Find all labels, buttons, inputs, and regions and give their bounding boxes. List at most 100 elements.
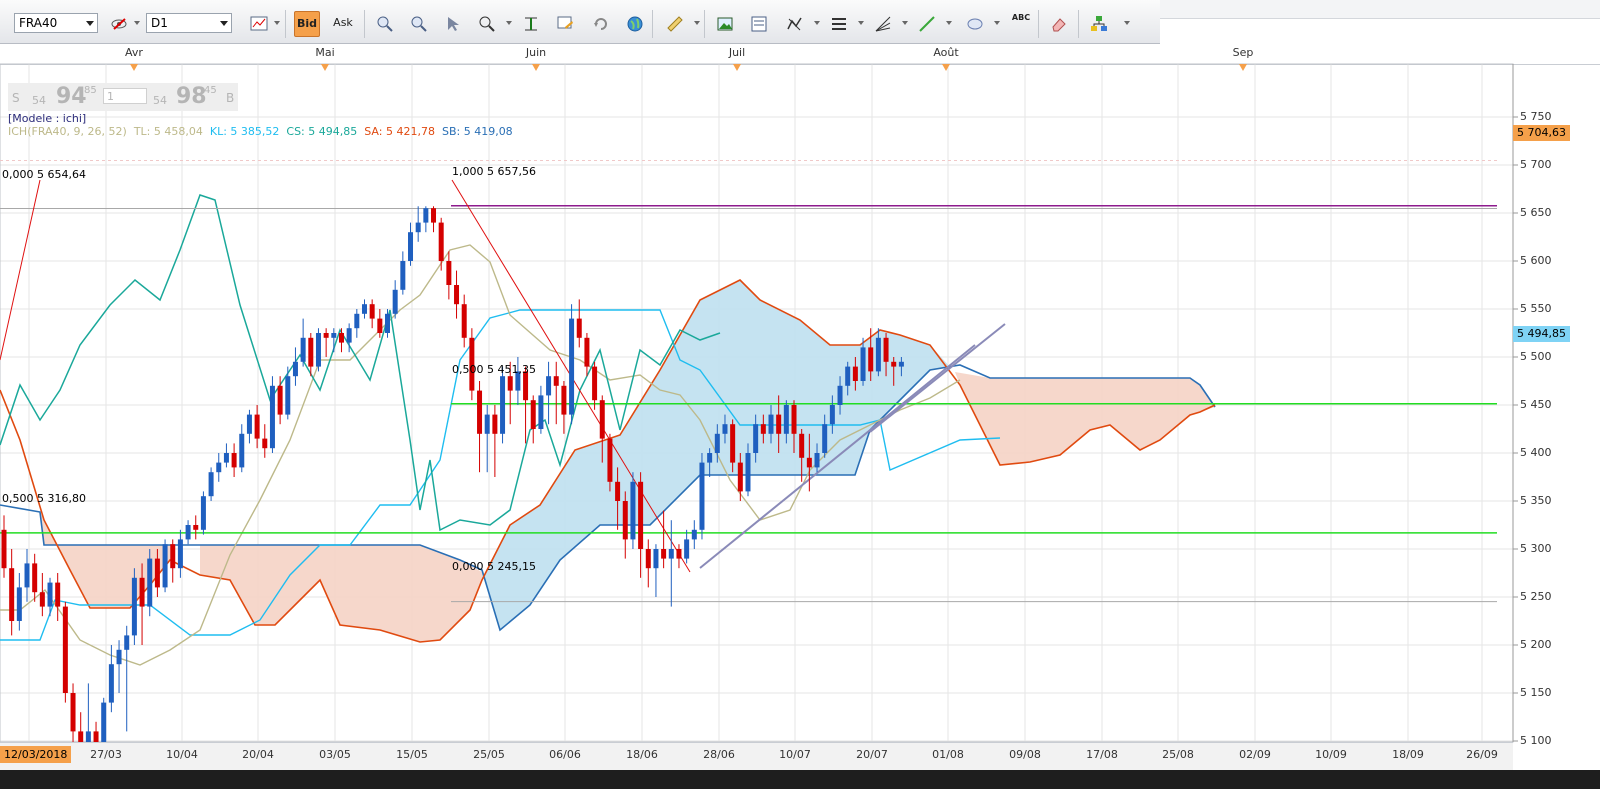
month-marker bbox=[321, 64, 329, 71]
price-chart[interactable] bbox=[0, 0, 1600, 789]
price-tick-label: 5 750 bbox=[1520, 110, 1552, 123]
price-tick-label: 5 150 bbox=[1520, 686, 1552, 699]
candle-body bbox=[638, 481, 644, 549]
candle-body bbox=[814, 453, 820, 468]
candle-body bbox=[737, 462, 743, 492]
buy-price[interactable]: 98 bbox=[176, 84, 207, 109]
candle-body bbox=[315, 333, 321, 367]
price-axis bbox=[1513, 116, 1518, 742]
indicator-kl: KL: 5 385,52 bbox=[209, 125, 280, 138]
fib-label: 0,000 5 245,15 bbox=[452, 560, 536, 573]
upper-price-badge: 5 704,63 bbox=[1513, 125, 1570, 141]
candle-body bbox=[124, 635, 130, 650]
candle-body bbox=[845, 366, 851, 386]
candle-body bbox=[852, 366, 858, 381]
date-label: 25/08 bbox=[1162, 748, 1194, 761]
candle-body bbox=[9, 568, 15, 621]
candle-body bbox=[177, 539, 183, 569]
candle-body bbox=[561, 385, 567, 415]
date-label: 01/08 bbox=[932, 748, 964, 761]
candle-body bbox=[170, 544, 176, 569]
candle-body bbox=[216, 462, 222, 473]
candle-body bbox=[47, 582, 53, 607]
quantity-field[interactable]: 1 bbox=[103, 88, 147, 104]
candle-body bbox=[231, 453, 237, 468]
candle-body bbox=[354, 313, 360, 329]
candle-body bbox=[24, 563, 30, 588]
candle-body bbox=[139, 577, 145, 607]
candle-body bbox=[32, 563, 38, 593]
candle-body bbox=[768, 414, 774, 434]
candle-body bbox=[691, 529, 697, 540]
candle-body bbox=[162, 544, 168, 588]
candle-body bbox=[415, 222, 421, 233]
candle-body bbox=[791, 405, 797, 434]
indicator-legend[interactable]: ICH(FRA40, 9, 26, 52) TL: 5 458,04 KL: 5… bbox=[8, 125, 513, 138]
month-markers bbox=[130, 64, 1247, 71]
candle-body bbox=[653, 549, 659, 569]
candle-body bbox=[70, 693, 76, 732]
candle-body bbox=[185, 525, 191, 540]
fib-label: 0,500 5 316,80 bbox=[2, 492, 86, 505]
buy-price-decimals: 45 bbox=[204, 85, 217, 96]
month-marker bbox=[532, 64, 540, 71]
candle-body bbox=[154, 558, 160, 588]
candle-body bbox=[131, 577, 137, 636]
date-label: 18/06 bbox=[626, 748, 658, 761]
candle-body bbox=[584, 337, 590, 367]
candle-body bbox=[822, 424, 828, 453]
date-label: 25/05 bbox=[473, 748, 505, 761]
candle-body bbox=[592, 366, 598, 401]
fib-label: 0,500 5 451,35 bbox=[452, 363, 536, 376]
model-label: [Modele : ichi] bbox=[8, 112, 87, 125]
date-label: 20/04 bbox=[242, 748, 274, 761]
candle-body bbox=[714, 433, 720, 453]
candle-body bbox=[875, 337, 881, 372]
candle-body bbox=[369, 304, 375, 319]
price-tick-label: 5 600 bbox=[1520, 254, 1552, 267]
date-label: 28/06 bbox=[703, 748, 735, 761]
date-label: 10/09 bbox=[1315, 748, 1347, 761]
candle-body bbox=[607, 438, 613, 482]
candle-body bbox=[891, 361, 897, 367]
candle-body bbox=[346, 328, 352, 343]
candle-body bbox=[39, 592, 45, 607]
candle-body bbox=[707, 453, 713, 463]
candle-body bbox=[385, 313, 390, 333]
candles bbox=[1, 206, 904, 770]
price-tick-label: 5 550 bbox=[1520, 302, 1552, 315]
candle-body bbox=[461, 304, 467, 338]
price-tick-label: 5 450 bbox=[1520, 398, 1552, 411]
candle-body bbox=[308, 337, 314, 367]
sell-price-decimals: 85 bbox=[84, 85, 97, 96]
candle-body bbox=[722, 424, 728, 434]
candle-body bbox=[730, 424, 736, 463]
candle-body bbox=[431, 208, 437, 223]
price-tick-label: 5 250 bbox=[1520, 590, 1552, 603]
candle-body bbox=[147, 558, 153, 607]
candle-body bbox=[200, 496, 206, 530]
candle-body bbox=[684, 539, 690, 559]
candle-body bbox=[62, 606, 68, 693]
candle-body bbox=[806, 457, 812, 468]
indicator-name: ICH(FRA40, 9, 26, 52) bbox=[8, 125, 127, 138]
date-label: 15/05 bbox=[396, 748, 428, 761]
sell-prefix: 54 bbox=[32, 94, 46, 107]
month-marker bbox=[130, 64, 138, 71]
candle-body bbox=[285, 376, 291, 415]
sell-letter: S bbox=[12, 91, 20, 105]
month-marker bbox=[942, 64, 950, 71]
kumo-bear-cloud bbox=[955, 372, 1215, 465]
date-label: 18/09 bbox=[1392, 748, 1424, 761]
candle-body bbox=[446, 261, 452, 285]
price-tick-label: 5 650 bbox=[1520, 206, 1552, 219]
candle-body bbox=[699, 462, 705, 530]
candle-body bbox=[553, 376, 559, 386]
fib-label: 0,000 5 654,64 bbox=[2, 168, 86, 181]
quote-panel: S 54 94 85 1 54 98 45 B bbox=[8, 83, 238, 111]
candle-body bbox=[622, 501, 628, 540]
candle-body bbox=[492, 414, 498, 434]
sell-price[interactable]: 94 bbox=[56, 84, 87, 109]
candle-body bbox=[576, 318, 582, 338]
candle-body bbox=[438, 222, 444, 261]
